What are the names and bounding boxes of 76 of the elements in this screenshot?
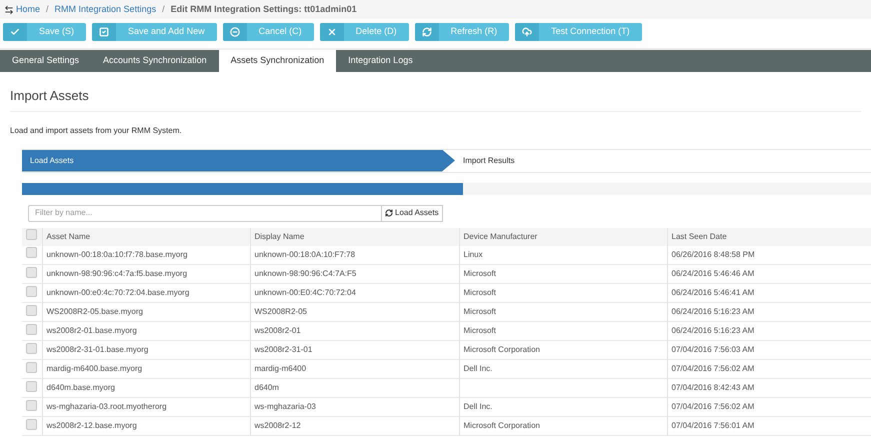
description: Load and import assets from your RMM System.: [10, 124, 183, 136]
filter-field[interactable]: Filter by name...: [28, 204, 382, 222]
check-icon: [10, 27, 20, 37]
page-heading: Import Assets: [10, 86, 861, 112]
table-cell: Dell Inc.: [459, 398, 667, 416]
table-cell: d640m.base.myorg: [42, 378, 250, 398]
checkbox[interactable]: [26, 304, 38, 316]
table-cell: 06/24/2016 5:16:23 AM: [667, 302, 871, 322]
wizard-step: Load Assets: [22, 150, 455, 172]
tab[interactable]: Accounts Synchronization: [91, 50, 219, 72]
table-cell: Microsoft: [459, 264, 667, 284]
table-cell: WS2008R2-05.base.myorg: [42, 302, 250, 322]
table-cell: WS2008R2-05: [250, 302, 459, 322]
table-cell: 06/26/2016 8:48:58 PM: [667, 246, 871, 264]
checkbox[interactable]: [26, 247, 38, 258]
checkbox[interactable]: [26, 342, 38, 354]
table-cell: Linux: [459, 246, 667, 264]
minus-circle-icon: [230, 27, 240, 37]
table-cell: mardig-m6400.base.myorg: [42, 360, 250, 378]
table-cell: ws2008r2-31-01: [250, 340, 459, 360]
table-cell: Microsoft: [459, 302, 667, 322]
table-cell: Dell Inc.: [459, 360, 667, 378]
table-cell: Microsoft: [459, 284, 667, 302]
refresh-icon: [422, 27, 432, 37]
table-cell: Microsoft Corporation: [459, 340, 667, 360]
checkbox[interactable]: [26, 418, 38, 430]
load-assets-button[interactable]: Load Assets: [382, 204, 443, 222]
checkbox[interactable]: [26, 286, 38, 296]
checkbox[interactable]: [26, 229, 38, 240]
table-cell: 07/04/2016 8:42:43 AM: [667, 378, 871, 398]
table-cell: 07/04/2016 7:56:02 AM: [667, 360, 871, 378]
table-cell: ws2008r2-12: [250, 416, 459, 436]
table-cell: unknown-98:90:96:c4:7a:f5.base.myorg: [42, 264, 250, 284]
switch-icon: [4, 4, 14, 14]
table-cell: unknown-00:18:0a:10:f7:78.base.myorg: [42, 246, 250, 264]
table-cell: ws2008r2-01: [250, 322, 459, 340]
column-header: Asset Name: [42, 228, 250, 246]
table-cell: ws2008r2-31-01.base.myorg: [42, 340, 250, 360]
column-header: Device Manufacturer: [459, 228, 667, 246]
table-cell: 07/04/2016 7:56:03 AM: [667, 340, 871, 360]
checkbox[interactable]: [26, 400, 38, 410]
tab[interactable]: General Settings: [0, 50, 92, 72]
breadcrumb-separator: /: [46, 2, 49, 16]
table-cell: ws2008r2-12.base.myorg: [42, 416, 250, 436]
table-cell: unknown-98:90:96:C4:7A:F5: [250, 264, 459, 284]
tab[interactable]: Integration Logs: [336, 50, 425, 72]
table-cell: Microsoft Corporation: [459, 416, 667, 436]
table-cell: d640m: [250, 378, 459, 398]
table-cell: ws-mghazaria-03.root.myotherorg: [42, 398, 250, 416]
table-cell: unknown-00:E0:4C:70:72:04: [250, 284, 459, 302]
table-cell: 06/24/2016 5:46:46 AM: [667, 264, 871, 284]
checkbox[interactable]: [26, 266, 38, 278]
column-header: Last Seen Date: [667, 228, 871, 246]
breadcrumb-link[interactable]: Home: [16, 2, 40, 16]
column-header: Display Name: [250, 228, 459, 246]
table-cell: 06/24/2016 5:46:41 AM: [667, 284, 871, 302]
table-cell: mardig-m6400: [250, 360, 459, 378]
close-icon: [326, 27, 337, 37]
refresh-icon: [385, 209, 393, 217]
tab[interactable]: Assets Synchronization: [218, 50, 336, 72]
table-cell: unknown-00:e0:4c:70:72:04.base.myorg: [42, 284, 250, 302]
cloud-upload-icon: [522, 27, 532, 37]
breadcrumb-current: Edit RMM Integration Settings: tt01admin01: [170, 2, 357, 16]
table-cell: unknown-00:18:0A:10:F7:78: [250, 246, 459, 264]
table-cell: ws2008r2-01.base.myorg: [42, 322, 250, 340]
table-cell: 07/04/2016 7:56:02 AM: [667, 398, 871, 416]
table-cell: ws-mghazaria-03: [250, 398, 459, 416]
checkbox-icon: [99, 27, 110, 37]
table-cell: 06/24/2016 5:16:23 AM: [667, 322, 871, 340]
table-cell: 07/04/2016 7:56:01 AM: [667, 416, 871, 436]
checkbox[interactable]: [26, 324, 38, 334]
table-cell: Microsoft: [459, 322, 667, 340]
breadcrumb-link[interactable]: RMM Integration Settings: [54, 2, 156, 16]
checkbox[interactable]: [26, 380, 38, 392]
checkbox[interactable]: [26, 362, 38, 372]
breadcrumb-separator: /: [162, 2, 165, 16]
